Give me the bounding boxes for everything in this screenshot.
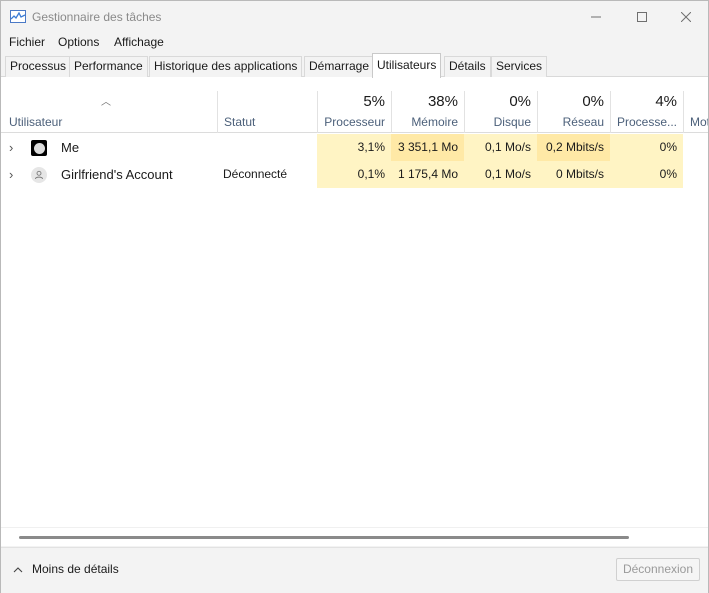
column-header-status[interactable]: Statut <box>217 91 317 133</box>
cpu-value: 3,1% <box>317 134 391 161</box>
memory-value: 1 175,4 Mo <box>391 161 464 188</box>
column-header-memory[interactable]: 38% Mémoire <box>391 91 464 133</box>
column-header-disk[interactable]: 0% Disque <box>464 91 537 133</box>
user-avatar-photo <box>31 140 47 156</box>
table-row-me[interactable]: › Me 3,1% 3 351,1 Mo 0,1 Mo/s 0,2 Mbits/… <box>1 134 708 161</box>
title-bar: Gestionnaire des tâches <box>1 1 708 32</box>
tab-services[interactable]: Services <box>491 56 548 77</box>
less-details-label: Moins de détails <box>32 562 119 576</box>
task-manager-app-icon <box>10 10 26 23</box>
minimize-icon <box>591 16 601 17</box>
menu-options[interactable]: Options <box>58 35 99 49</box>
tab-users[interactable]: Utilisateurs <box>372 53 442 78</box>
column-header-cpu[interactable]: 5% Processeur <box>317 91 391 133</box>
column-header-more[interactable]: Mot <box>683 91 708 133</box>
horizontal-scrollbar[interactable] <box>1 527 708 546</box>
gpu-value: 0% <box>610 134 683 161</box>
maximize-button[interactable] <box>619 1 665 32</box>
table-row-girlfriend[interactable]: › Girlfriend's Account Déconnecté 0,1% 1… <box>1 161 708 188</box>
minimize-button[interactable] <box>573 1 619 32</box>
task-manager-window: Gestionnaire des tâches Fichier Options … <box>0 0 709 593</box>
cpu-value: 0,1% <box>317 161 391 188</box>
column-header-network[interactable]: 0% Réseau <box>537 91 610 133</box>
user-name: Me <box>61 140 80 155</box>
menu-view[interactable]: Affichage <box>114 35 164 49</box>
network-value: 0,2 Mbits/s <box>537 134 610 161</box>
user-status <box>223 134 317 161</box>
window-title: Gestionnaire des tâches <box>32 10 162 24</box>
expand-chevron-icon[interactable]: › <box>9 134 21 161</box>
menu-bar: Fichier Options Affichage <box>1 32 708 52</box>
tab-app-history[interactable]: Historique des applications <box>149 56 303 77</box>
user-name: Girlfriend's Account <box>61 167 173 182</box>
user-status: Déconnecté <box>223 167 288 181</box>
column-header-user[interactable]: ︿ Utilisateur <box>1 91 217 133</box>
user-avatar-generic-icon <box>31 167 47 183</box>
tab-details[interactable]: Détails <box>444 56 491 77</box>
menu-file[interactable]: Fichier <box>9 35 45 49</box>
footer-bar: Moins de détails Déconnexion <box>1 547 708 593</box>
gpu-value: 0% <box>610 161 683 188</box>
memory-value: 3 351,1 Mo <box>391 134 464 161</box>
disconnect-button[interactable]: Déconnexion <box>616 558 700 581</box>
expand-chevron-icon[interactable]: › <box>9 161 21 188</box>
column-header-row: ︿ Utilisateur Statut 5% Processeur 38% M… <box>1 91 708 133</box>
less-details-toggle[interactable]: Moins de détails <box>13 562 119 576</box>
disk-value: 0,1 Mo/s <box>464 134 537 161</box>
tab-performance[interactable]: Performance <box>69 56 148 77</box>
scrollbar-thumb[interactable] <box>19 536 629 539</box>
tab-bar: Processus Performance Historique des app… <box>1 53 708 78</box>
sort-ascending-icon: ︿ <box>101 97 111 108</box>
tab-startup[interactable]: Démarrage <box>304 56 375 77</box>
tab-processes[interactable]: Processus <box>5 56 72 77</box>
chevron-up-icon <box>13 566 23 572</box>
close-icon <box>681 11 691 22</box>
close-button[interactable] <box>663 1 709 32</box>
disk-value: 0,1 Mo/s <box>464 161 537 188</box>
maximize-icon <box>637 11 647 22</box>
network-value: 0 Mbits/s <box>537 161 610 188</box>
column-header-gpu[interactable]: 4% Processe... <box>610 91 683 133</box>
users-list-panel: ︿ Utilisateur Statut 5% Processeur 38% M… <box>1 77 708 527</box>
